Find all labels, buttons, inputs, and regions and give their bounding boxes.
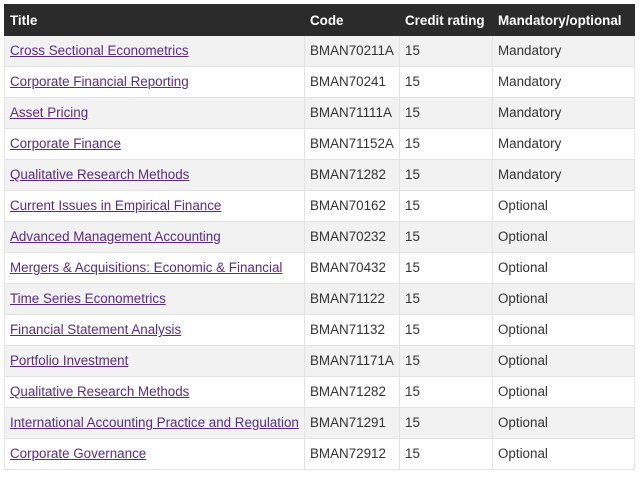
credit-rating-cell: 15	[399, 159, 493, 191]
credit-rating-cell: 15	[399, 407, 493, 439]
course-title-cell: Asset Pricing	[4, 97, 305, 129]
course-title-link[interactable]: Portfolio Investment	[10, 353, 128, 368]
credit-rating-cell: 15	[399, 438, 493, 470]
mandatory-optional-cell: Optional	[492, 252, 635, 284]
header-mandatory-optional: Mandatory/optional	[492, 4, 635, 36]
course-title-cell: Portfolio Investment	[4, 345, 305, 377]
table-row: Qualitative Research Methods BMAN71282 15 O…	[4, 376, 635, 408]
credit-rating-cell: 15	[399, 35, 493, 67]
credit-rating-cell: 15	[399, 283, 493, 315]
credit-rating-cell: 15	[399, 252, 493, 284]
credit-rating-cell: 15	[399, 66, 493, 98]
mandatory-optional-cell: Mandatory	[492, 159, 635, 191]
credit-rating-cell: 15	[399, 190, 493, 222]
course-title-link[interactable]: Qualitative Research Methods	[10, 167, 189, 182]
mandatory-optional-cell: Optional	[492, 314, 635, 346]
mandatory-optional-cell: Optional	[492, 407, 635, 439]
mandatory-optional-cell: Optional	[492, 221, 635, 253]
table-row: Asset Pricing BMAN71111A 15 Mandatory	[4, 97, 635, 129]
course-title-cell: Current Issues in Empirical Finance	[4, 190, 305, 222]
table-row: Cross Sectional Econometrics BMAN70211A 15…	[4, 35, 635, 67]
table-row: Current Issues in Empirical Finance BMAN7…	[4, 190, 635, 222]
course-title-link[interactable]: Time Series Econometrics	[10, 291, 166, 306]
course-title-link[interactable]: Cross Sectional Econometrics	[10, 43, 189, 58]
course-title-cell: Corporate Finance	[4, 128, 305, 160]
course-code-cell: BMAN71132	[304, 314, 400, 346]
course-title-link[interactable]: International Accounting Practice and Re…	[10, 415, 299, 430]
mandatory-optional-cell: Mandatory	[492, 97, 635, 129]
course-title-cell: Time Series Econometrics	[4, 283, 305, 315]
course-code-cell: BMAN71282	[304, 159, 400, 191]
table-row: Corporate Finance BMAN71152A 15 Mandatory	[4, 128, 635, 160]
course-code-cell: BMAN71122	[304, 283, 400, 315]
course-title-cell: Corporate Financial Reporting	[4, 66, 305, 98]
credit-rating-cell: 15	[399, 314, 493, 346]
course-title-cell: Advanced Management Accounting	[4, 221, 305, 253]
course-title-cell: International Accounting Practice and Re…	[4, 407, 305, 439]
header-credit-rating: Credit rating	[399, 4, 493, 36]
course-title-link[interactable]: Mergers & Acquisitions: Economic & Finan…	[10, 260, 282, 275]
course-code-cell: BMAN71291	[304, 407, 400, 439]
table-header: Title Code Credit rating Mandatory/optio…	[4, 4, 635, 36]
course-code-cell: BMAN71171A	[304, 345, 400, 377]
course-title-link[interactable]: Current Issues in Empirical Finance	[10, 198, 221, 213]
mandatory-optional-cell: Optional	[492, 345, 635, 377]
course-code-cell: BMAN70232	[304, 221, 400, 253]
table-row: Time Series Econometrics BMAN71122 15 Optio…	[4, 283, 635, 315]
table-row: Financial Statement Analysis BMAN71132 15 O…	[4, 314, 635, 346]
course-title-link[interactable]: Corporate Financial Reporting	[10, 74, 189, 89]
mandatory-optional-cell: Optional	[492, 190, 635, 222]
mandatory-optional-cell: Mandatory	[492, 128, 635, 160]
course-title-cell: Qualitative Research Methods	[4, 376, 305, 408]
course-title-link[interactable]: Corporate Governance	[10, 446, 146, 461]
course-code-cell: BMAN70432	[304, 252, 400, 284]
course-code-cell: BMAN70241	[304, 66, 400, 98]
credit-rating-cell: 15	[399, 345, 493, 377]
course-title-cell: Financial Statement Analysis	[4, 314, 305, 346]
table-row: Mergers & Acquisitions: Economic & Finan…	[4, 252, 635, 284]
header-row: Title Code Credit rating Mandatory/optio…	[4, 4, 635, 36]
table-row: Corporate Governance BMAN72912 15 Optional	[4, 438, 635, 470]
header-code: Code	[304, 4, 400, 36]
course-title-cell: Cross Sectional Econometrics	[4, 35, 305, 67]
table-row: Advanced Management Accounting BMAN70232 1…	[4, 221, 635, 253]
mandatory-optional-cell: Optional	[492, 283, 635, 315]
course-title-cell: Corporate Governance	[4, 438, 305, 470]
course-title-link[interactable]: Qualitative Research Methods	[10, 384, 189, 399]
credit-rating-cell: 15	[399, 128, 493, 160]
table-row: Qualitative Research Methods BMAN71282 15 M…	[4, 159, 635, 191]
mandatory-optional-cell: Optional	[492, 376, 635, 408]
course-title-link[interactable]: Financial Statement Analysis	[10, 322, 181, 337]
course-code-cell: BMAN71282	[304, 376, 400, 408]
course-code-cell: BMAN71152A	[304, 128, 400, 160]
credit-rating-cell: 15	[399, 97, 493, 129]
mandatory-optional-cell: Mandatory	[492, 66, 635, 98]
course-code-cell: BMAN70162	[304, 190, 400, 222]
course-title-link[interactable]: Asset Pricing	[10, 105, 88, 120]
table-body: Cross Sectional Econometrics BMAN70211A 15…	[4, 35, 635, 470]
course-title-cell: Mergers & Acquisitions: Economic & Finan…	[4, 252, 305, 284]
course-units-table: Title Code Credit rating Mandatory/optio…	[4, 4, 635, 470]
mandatory-optional-cell: Mandatory	[492, 35, 635, 67]
table-row: Portfolio Investment BMAN71171A 15 Optional	[4, 345, 635, 377]
table-row: Corporate Financial Reporting BMAN70241 15…	[4, 66, 635, 98]
course-code-cell: BMAN71111A	[304, 97, 400, 129]
credit-rating-cell: 15	[399, 376, 493, 408]
mandatory-optional-cell: Optional	[492, 438, 635, 470]
course-code-cell: BMAN72912	[304, 438, 400, 470]
header-title: Title	[4, 4, 305, 36]
course-title-link[interactable]: Corporate Finance	[10, 136, 121, 151]
credit-rating-cell: 15	[399, 221, 493, 253]
course-units-container: Title Code Credit rating Mandatory/optio…	[0, 0, 640, 470]
course-code-cell: BMAN70211A	[304, 35, 400, 67]
course-title-link[interactable]: Advanced Management Accounting	[10, 229, 221, 244]
course-title-cell: Qualitative Research Methods	[4, 159, 305, 191]
table-row: International Accounting Practice and Re…	[4, 407, 635, 439]
